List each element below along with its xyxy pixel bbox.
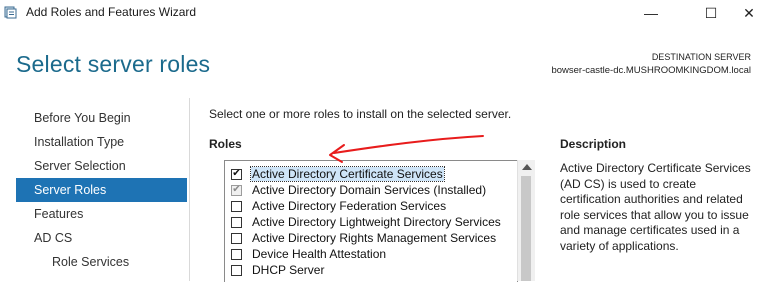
title-bar: Add Roles and Features Wizard — ☐ ✕ — [0, 0, 767, 26]
role-item-adcs[interactable]: ✔ Active Directory Certificate Services — [231, 166, 445, 182]
role-checkbox[interactable]: ✔ — [231, 168, 242, 180]
close-button[interactable]: ✕ — [726, 0, 767, 26]
scroll-up-arrow-icon[interactable] — [522, 164, 532, 170]
role-label: DHCP Server — [252, 263, 325, 277]
role-checkbox[interactable] — [231, 232, 242, 244]
role-label: Active Directory Domain Services (Instal… — [252, 183, 487, 197]
nav-item-server-roles[interactable]: Server Roles — [16, 178, 187, 202]
destination-server-name: bowser-castle-dc.MUSHROOMKINGDOM.local — [551, 65, 751, 76]
minimize-button[interactable]: — — [628, 0, 674, 26]
role-checkbox[interactable] — [231, 264, 242, 276]
nav-item-ad-cs[interactable]: AD CS — [16, 226, 187, 250]
role-checkbox: ✔ — [231, 184, 242, 196]
roles-list[interactable]: ✔ Active Directory Certificate Services … — [224, 160, 518, 282]
role-label: Device Health Attestation — [252, 247, 387, 261]
instruction-text: Select one or more roles to install on t… — [209, 107, 512, 121]
description-header: Description — [560, 137, 627, 151]
nav-item-before-you-begin[interactable]: Before You Begin — [16, 106, 187, 130]
role-label: Active Directory Rights Management Servi… — [252, 231, 497, 245]
window-title: Add Roles and Features Wizard — [26, 5, 197, 19]
nav-item-features[interactable]: Features — [16, 202, 187, 226]
nav-item-server-selection[interactable]: Server Selection — [16, 154, 187, 178]
nav-item-installation-type[interactable]: Installation Type — [16, 130, 187, 154]
role-label: Active Directory Federation Services — [252, 199, 447, 213]
checkmark-icon: ✔ — [232, 168, 241, 179]
role-checkbox[interactable] — [231, 200, 242, 212]
scroll-thumb[interactable] — [521, 176, 531, 281]
description-text: Active Directory Certificate Services (A… — [560, 161, 751, 253]
checkmark-icon: ✔ — [232, 184, 241, 195]
role-label: Active Directory Lightweight Directory S… — [252, 215, 501, 229]
role-item-device-health[interactable]: Device Health Attestation — [231, 246, 387, 262]
role-item-adds[interactable]: ✔ Active Directory Domain Services (Inst… — [231, 182, 487, 198]
role-checkbox[interactable] — [231, 248, 242, 260]
wizard-header: Select server roles DESTINATION SERVER b… — [0, 26, 767, 96]
destination-server-label: DESTINATION SERVER — [651, 52, 751, 62]
nav-item-role-services[interactable]: Role Services — [16, 250, 187, 274]
role-item-adlds[interactable]: Active Directory Lightweight Directory S… — [231, 214, 502, 230]
roles-header: Roles — [209, 137, 242, 151]
nav-divider — [189, 98, 190, 281]
wizard-nav: Before You Begin Installation Type Serve… — [16, 106, 187, 274]
roles-scrollbar[interactable] — [517, 160, 535, 281]
page-title: Select server roles — [16, 51, 211, 77]
role-item-dhcp[interactable]: DHCP Server — [231, 262, 325, 278]
role-item-adrms[interactable]: Active Directory Rights Management Servi… — [231, 230, 497, 246]
server-manager-icon — [4, 5, 18, 19]
role-item-adfs[interactable]: Active Directory Federation Services — [231, 198, 447, 214]
role-label: Active Directory Certificate Services — [250, 166, 445, 182]
role-checkbox[interactable] — [231, 216, 242, 228]
